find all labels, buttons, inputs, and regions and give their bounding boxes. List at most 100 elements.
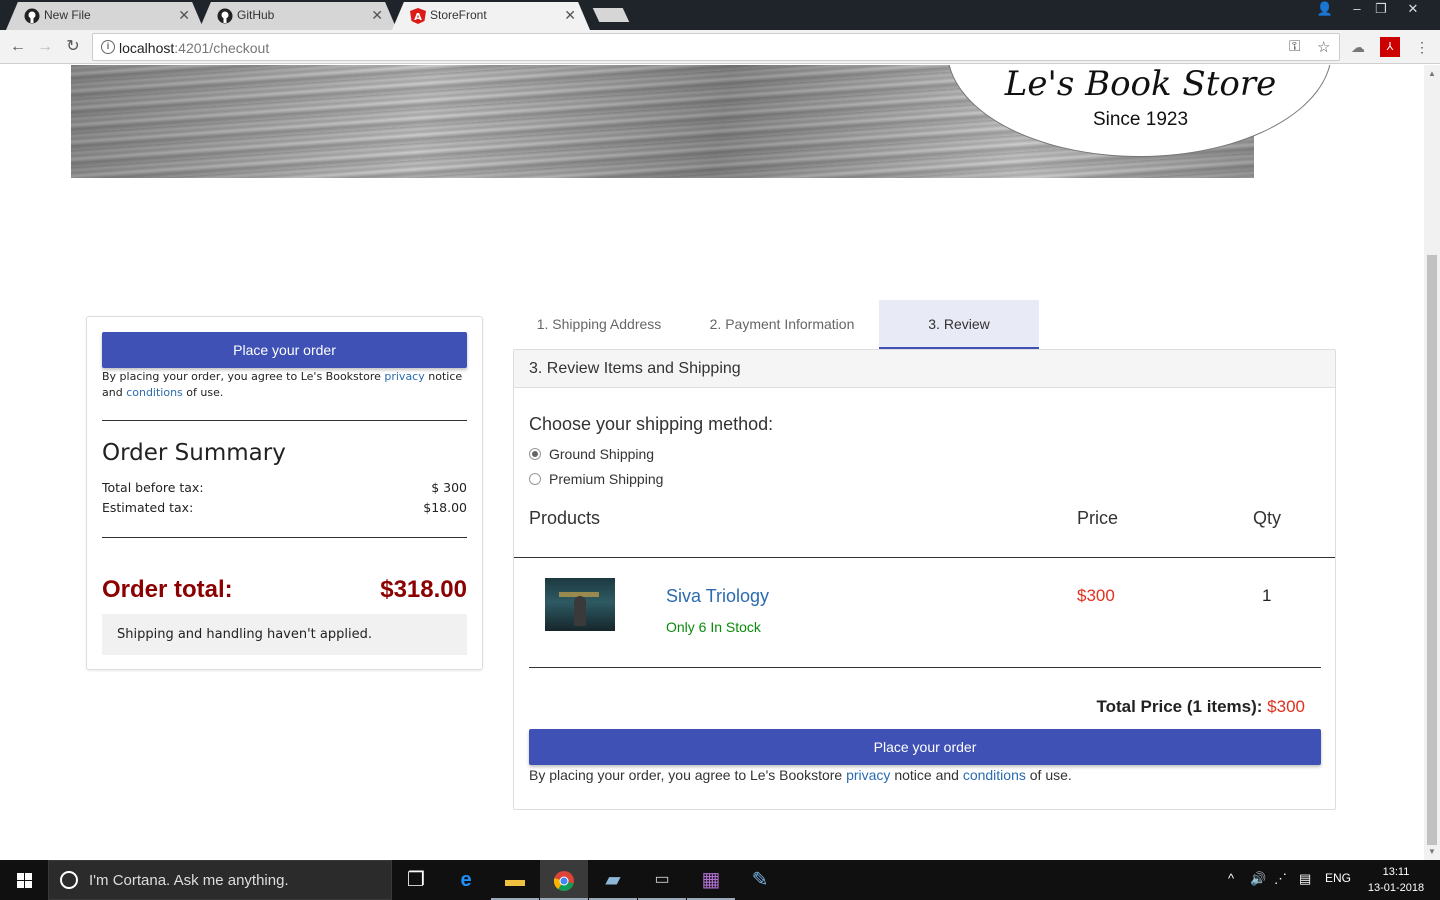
profile-icon[interactable]: 👤 <box>1310 0 1340 18</box>
before-tax-row: Total before tax: $ 300 <box>102 480 467 495</box>
key-icon[interactable]: ⚿ <box>1289 38 1300 55</box>
conditions-link[interactable]: conditions <box>963 767 1026 783</box>
language-indicator[interactable]: ENG <box>1325 871 1351 885</box>
review-panel: 3. Review Items and Shipping Choose your… <box>513 349 1336 810</box>
close-icon[interactable]: ✕ <box>178 2 190 28</box>
browser-tab-github[interactable]: GitHub ✕ <box>199 2 397 30</box>
tab-review[interactable]: 3. Review <box>879 300 1039 349</box>
scrollbar-thumb[interactable] <box>1427 255 1437 845</box>
divider <box>102 537 467 538</box>
back-icon[interactable]: ← <box>7 36 29 58</box>
menu-icon[interactable]: ⋮ <box>1412 37 1432 57</box>
total-price-value: $300 <box>1267 697 1305 716</box>
product-price: $300 <box>1077 586 1115 605</box>
total-price: Total Price (1 items): $300 <box>1096 697 1305 716</box>
divider <box>529 667 1321 668</box>
tab-label: StoreFront <box>430 8 487 22</box>
file-explorer-icon[interactable]: ▬ <box>491 860 539 900</box>
page-scrollbar[interactable]: ▲ ▼ <box>1424 65 1440 860</box>
tab-label: GitHub <box>237 8 275 22</box>
before-tax-value: $ 300 <box>431 480 467 495</box>
privacy-link[interactable]: privacy <box>846 767 890 783</box>
book-cover-image[interactable] <box>545 578 615 631</box>
chevron-up-icon[interactable]: ^ <box>1228 871 1234 886</box>
tab-payment-information[interactable]: 2. Payment Information <box>696 300 868 349</box>
address-bar[interactable]: i localhost:4201/checkout ⚿ ☆ <box>92 33 1340 61</box>
close-window-button[interactable]: ✕ <box>1398 0 1428 18</box>
store-name: Le's Book Store <box>1004 65 1277 104</box>
browser-tab-new-file[interactable]: New File ✕ <box>6 2 204 30</box>
place-order-button[interactable]: Place your order <box>102 332 467 368</box>
product-qty: 1 <box>1262 586 1272 605</box>
shipping-option-ground[interactable]: Ground Shipping <box>529 446 654 462</box>
panel-title: 3. Review Items and Shipping <box>514 350 1335 388</box>
qty-header: Qty <box>1253 508 1282 528</box>
star-icon[interactable]: ☆ <box>1317 38 1330 56</box>
clock[interactable]: 13:11 13-01-2018 <box>1366 864 1426 896</box>
order-total-label: Order total: <box>102 576 233 603</box>
shipping-option-premium[interactable]: Premium Shipping <box>529 471 663 487</box>
paint-icon[interactable]: ✎ <box>736 860 784 900</box>
url-path: :4201/checkout <box>174 40 270 56</box>
shipping-note: Shipping and handling haven't applied. <box>102 614 467 655</box>
order-summary-title: Order Summary <box>102 440 286 466</box>
info-icon[interactable]: i <box>101 40 115 54</box>
tab-shipping-address[interactable]: 1. Shipping Address <box>513 300 685 349</box>
divider <box>514 557 1335 558</box>
tax-value: $18.00 <box>423 500 467 515</box>
divider <box>102 420 467 421</box>
radio-premium[interactable] <box>529 473 541 485</box>
pdf-extension-icon[interactable]: ⅄ <box>1380 37 1400 57</box>
terminal-icon[interactable]: ▭ <box>638 860 686 900</box>
agreement-text: By placing your order, you agree to Le's… <box>102 370 463 399</box>
scroll-up-icon[interactable]: ▲ <box>1428 69 1436 78</box>
new-tab-button[interactable] <box>592 8 630 22</box>
svg-text:A: A <box>414 12 422 23</box>
close-icon[interactable]: ✕ <box>371 2 383 28</box>
privacy-link[interactable]: privacy <box>384 370 424 383</box>
close-icon[interactable]: ✕ <box>564 2 576 28</box>
products-header: Products <box>529 508 601 528</box>
notification-icon[interactable]: ▤ <box>1299 871 1311 887</box>
browser-tabstrip: New File ✕ GitHub ✕ A StoreFront ✕ 👤 – ❐… <box>0 0 1440 30</box>
tax-label: Estimated tax: <box>102 500 194 515</box>
app-icon[interactable]: ▦ <box>687 860 735 900</box>
order-summary-card: Place your order By placing your order, … <box>86 316 483 670</box>
store-since: Since 1923 <box>1092 109 1189 130</box>
restore-button[interactable]: ❐ <box>1366 0 1396 18</box>
task-view-icon[interactable]: ❐ <box>392 860 440 900</box>
price-header: Price <box>1077 508 1119 528</box>
stock-status: Only 6 In Stock <box>666 619 761 635</box>
clock-date: 13-01-2018 <box>1367 882 1425 894</box>
cortana-search[interactable]: I'm Cortana. Ask me anything. <box>48 860 392 900</box>
conditions-link[interactable]: conditions <box>126 386 183 399</box>
wifi-icon[interactable]: ⋰ <box>1274 871 1287 887</box>
before-tax-label: Total before tax: <box>102 480 204 495</box>
edge-icon[interactable]: e <box>442 860 490 900</box>
radio-ground[interactable] <box>529 448 541 460</box>
browser-tab-storefront[interactable]: A StoreFront ✕ <box>392 2 590 30</box>
order-total-value: $318.00 <box>380 576 467 603</box>
order-total-row: Order total: $318.00 <box>102 576 467 604</box>
cortana-icon <box>60 871 78 889</box>
cortana-placeholder: I'm Cortana. Ask me anything. <box>89 872 289 889</box>
start-button[interactable] <box>0 860 48 900</box>
reload-icon[interactable]: ↻ <box>62 36 84 58</box>
extension-icon[interactable]: ☁ <box>1348 37 1368 57</box>
notepad-icon[interactable]: ▰ <box>589 860 637 900</box>
forward-icon[interactable]: → <box>34 36 56 58</box>
url-host: localhost <box>119 40 175 56</box>
page-viewport: Le's Book Store Since 1923 Place your or… <box>0 65 1424 860</box>
chrome-icon[interactable] <box>540 860 588 900</box>
product-name-link[interactable]: Siva Triology <box>666 586 769 607</box>
windows-taskbar: I'm Cortana. Ask me anything. ❐ e ▬ ▰ ▭ … <box>0 860 1440 900</box>
github-icon <box>217 8 233 24</box>
place-order-button[interactable]: Place your order <box>529 729 1321 765</box>
tax-row: Estimated tax: $18.00 <box>102 500 467 515</box>
scroll-down-icon[interactable]: ▼ <box>1428 847 1436 856</box>
angular-icon: A <box>410 8 426 24</box>
github-icon <box>24 8 40 24</box>
checkout-steps: 1. Shipping Address 2. Payment Informati… <box>513 300 1336 349</box>
shipping-method-title: Choose your shipping method: <box>529 414 774 434</box>
volume-icon[interactable]: 🔊 <box>1250 871 1266 887</box>
